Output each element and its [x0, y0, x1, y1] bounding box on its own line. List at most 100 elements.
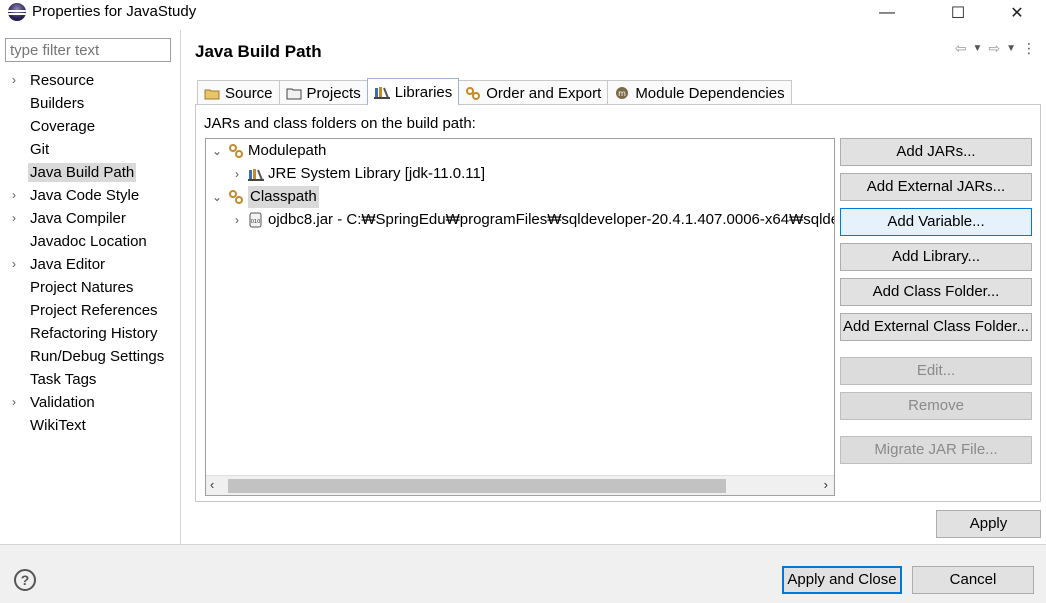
- source-folder-icon: [204, 86, 220, 100]
- title-bar: Properties for JavaStudy — ☐ ✕: [0, 0, 1046, 26]
- chevron-down-icon[interactable]: ⌄: [210, 186, 224, 208]
- order-export-icon: [465, 86, 481, 100]
- classpath-icon: [228, 189, 244, 205]
- apply-and-close-button[interactable]: Apply and Close: [782, 566, 902, 594]
- properties-nav-panel: › Resource Builders Coverage Git Java Build P…: [0, 30, 181, 544]
- tab-module-dependencies[interactable]: m Module Dependencies: [607, 80, 792, 105]
- edit-button[interactable]: Edit...: [840, 357, 1032, 385]
- nav-item-label: Project Natures: [30, 279, 134, 296]
- library-icon: [248, 166, 264, 182]
- migrate-jar-button[interactable]: Migrate JAR File...: [840, 436, 1032, 464]
- forward-dropdown-icon[interactable]: ▼: [1006, 43, 1016, 54]
- add-external-class-folder-button[interactable]: Add External Class Folder...: [840, 313, 1032, 341]
- nav-item-java-editor[interactable]: › Java Editor: [0, 253, 181, 276]
- window-title: Properties for JavaStudy: [32, 3, 197, 20]
- more-menu-icon[interactable]: ⋮: [1022, 40, 1036, 57]
- apply-button[interactable]: Apply: [936, 510, 1041, 538]
- nav-item-resource[interactable]: › Resource: [0, 69, 181, 92]
- tab-order-and-export[interactable]: Order and Export: [458, 80, 609, 105]
- nav-item-label: Java Editor: [30, 256, 106, 273]
- scroll-left-icon[interactable]: ‹: [210, 477, 214, 492]
- add-jars-button[interactable]: Add JARs...: [840, 138, 1032, 166]
- chevron-right-icon[interactable]: ›: [12, 253, 24, 276]
- tab-projects[interactable]: Projects: [278, 80, 368, 105]
- nav-item-label: Resource: [30, 72, 95, 89]
- add-library-button[interactable]: Add Library...: [840, 243, 1032, 271]
- chevron-down-icon[interactable]: ⌄: [210, 140, 224, 162]
- nav-item-git[interactable]: Git: [0, 138, 181, 161]
- chevron-right-icon[interactable]: ›: [12, 184, 24, 207]
- help-icon[interactable]: ?: [14, 569, 36, 591]
- add-class-folder-button[interactable]: Add Class Folder...: [840, 278, 1032, 306]
- history-nav: ⇦ ▼ ⇨ ▼ ⋮: [955, 38, 1036, 58]
- chevron-right-icon[interactable]: ›: [12, 207, 24, 230]
- nav-item-label: Task Tags: [30, 371, 97, 388]
- page-title: Java Build Path: [195, 42, 322, 61]
- module-icon: m: [614, 86, 630, 100]
- scroll-right-icon[interactable]: ›: [824, 477, 828, 492]
- tree-row-classpath[interactable]: ⌄ Classpath: [210, 186, 319, 208]
- maximize-button[interactable]: ☐: [935, 0, 981, 26]
- nav-item-run-debug-settings[interactable]: Run/Debug Settings: [0, 345, 181, 368]
- cancel-button[interactable]: Cancel: [912, 566, 1034, 594]
- svg-text:m: m: [618, 89, 626, 98]
- forward-arrow-icon[interactable]: ⇨: [988, 40, 1000, 57]
- add-variable-button[interactable]: Add Variable...: [840, 208, 1032, 236]
- nav-item-label: Run/Debug Settings: [30, 348, 165, 365]
- tree-label: Modulepath: [248, 142, 327, 159]
- nav-item-java-build-path[interactable]: Java Build Path: [0, 161, 181, 184]
- close-button[interactable]: ✕: [994, 0, 1040, 26]
- nav-item-refactoring-history[interactable]: Refactoring History: [0, 322, 181, 345]
- nav-item-javadoc-location[interactable]: Javadoc Location: [0, 230, 181, 253]
- project-folder-icon: [286, 86, 302, 100]
- nav-item-project-references[interactable]: Project References: [0, 299, 181, 322]
- nav-item-project-natures[interactable]: Project Natures: [0, 276, 181, 299]
- nav-item-wikitext[interactable]: WikiText: [0, 414, 181, 437]
- nav-item-validation[interactable]: › Validation: [0, 391, 181, 414]
- nav-item-java-compiler[interactable]: › Java Compiler: [0, 207, 181, 230]
- filter-input[interactable]: [5, 38, 171, 62]
- nav-item-label: Git: [30, 141, 50, 158]
- back-arrow-icon[interactable]: ⇦: [955, 40, 967, 57]
- nav-item-label: Java Code Style: [30, 187, 140, 204]
- tab-libraries[interactable]: Libraries: [366, 78, 460, 105]
- tab-bar: Source Projects Libraries Order and Expo…: [197, 78, 792, 105]
- modulepath-icon: [228, 143, 244, 159]
- tree-row-jre[interactable]: › JRE System Library [jdk-11.0.11]: [230, 163, 485, 185]
- nav-item-label: Project References: [30, 302, 158, 319]
- libraries-tab-panel: JARs and class folders on the build path…: [195, 104, 1041, 502]
- chevron-right-icon[interactable]: ›: [12, 391, 24, 414]
- nav-item-coverage[interactable]: Coverage: [0, 115, 181, 138]
- add-external-jars-button[interactable]: Add External JARs...: [840, 173, 1032, 201]
- nav-item-label: Javadoc Location: [30, 233, 147, 250]
- build-path-description: JARs and class folders on the build path…: [204, 115, 476, 132]
- tree-label: JRE System Library [jdk-11.0.11]: [268, 165, 486, 182]
- nav-item-label: WikiText: [30, 417, 86, 434]
- nav-item-label: Refactoring History: [30, 325, 158, 342]
- build-path-tree[interactable]: ⌄ Modulepath › JRE System Library [jdk-1…: [205, 138, 835, 496]
- scrollbar-thumb[interactable]: [228, 479, 726, 493]
- nav-item-label: Java Build Path: [28, 163, 137, 182]
- tree-label: Classpath: [248, 186, 319, 208]
- properties-nav-list: › Resource Builders Coverage Git Java Build P…: [0, 69, 181, 437]
- tab-source[interactable]: Source: [197, 80, 280, 105]
- tree-row-ojdbc[interactable]: › 010 ojdbc8.jar - C:₩SpringEdu₩programF…: [230, 209, 834, 231]
- jar-file-icon: 010: [248, 212, 264, 228]
- nav-item-java-code-style[interactable]: › Java Code Style: [0, 184, 181, 207]
- svg-text:010: 010: [251, 219, 261, 225]
- library-icon: [373, 85, 390, 99]
- nav-item-label: Java Compiler: [30, 210, 126, 227]
- chevron-right-icon[interactable]: ›: [230, 163, 244, 185]
- tree-row-modulepath[interactable]: ⌄ Modulepath: [210, 140, 326, 162]
- nav-item-builders[interactable]: Builders: [0, 92, 181, 115]
- minimize-button[interactable]: —: [864, 0, 910, 26]
- nav-item-task-tags[interactable]: Task Tags: [0, 368, 181, 391]
- remove-button[interactable]: Remove: [840, 392, 1032, 420]
- tree-label: ojdbc8.jar - C:₩SpringEdu₩programFiles₩s…: [268, 211, 834, 228]
- back-dropdown-icon[interactable]: ▼: [972, 43, 982, 54]
- horizontal-scrollbar[interactable]: ‹ ›: [206, 475, 834, 495]
- nav-item-label: Validation: [30, 394, 95, 411]
- eclipse-icon: [8, 3, 26, 21]
- chevron-right-icon[interactable]: ›: [230, 209, 244, 231]
- chevron-right-icon[interactable]: ›: [12, 69, 24, 92]
